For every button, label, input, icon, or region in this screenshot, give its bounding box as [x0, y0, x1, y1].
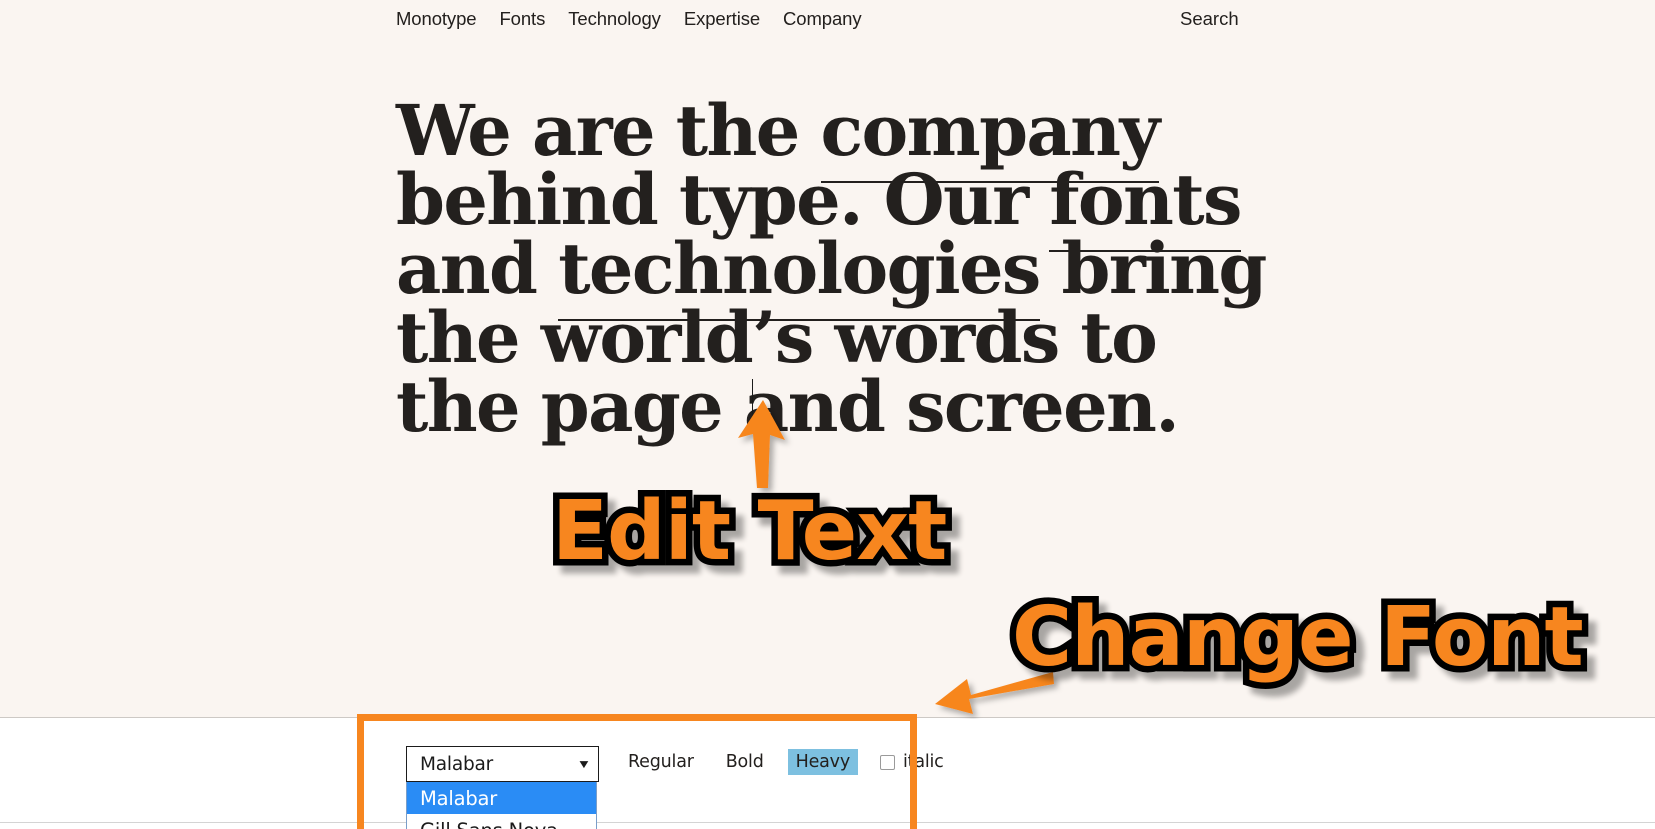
edit-text-callout: Edit Text [545, 478, 953, 586]
toolbar-divider [0, 822, 1655, 823]
page-root: Monotype Fonts Technology Expertise Comp… [0, 0, 1655, 829]
weight-button-bold[interactable]: Bold [718, 749, 772, 775]
font-family-select[interactable]: Malabar ▼ [406, 746, 599, 782]
italic-checkbox[interactable] [880, 754, 895, 770]
font-style-controls: Regular Bold Heavy italic [620, 749, 944, 775]
font-option-gill-sans-nova[interactable]: Gill Sans Nova [407, 814, 596, 829]
font-option-malabar[interactable]: Malabar [407, 782, 596, 814]
nav-item-company[interactable]: Company [783, 8, 862, 30]
nav-item-monotype[interactable]: Monotype [396, 8, 477, 30]
top-navigation: Monotype Fonts Technology Expertise Comp… [0, 0, 1655, 44]
font-family-control: Malabar ▼ Malabar Gill Sans Nova [406, 746, 599, 829]
weight-button-heavy[interactable]: Heavy [787, 749, 858, 775]
italic-label: italic [903, 752, 944, 772]
edit-text-arrow-icon [738, 400, 785, 488]
nav-item-expertise[interactable]: Expertise [684, 8, 760, 30]
chevron-down-icon: ▼ [576, 757, 592, 771]
nav-links: Monotype Fonts Technology Expertise Comp… [396, 8, 862, 30]
weight-button-regular[interactable]: Regular [620, 749, 702, 775]
search-link[interactable]: Search [1180, 8, 1239, 30]
font-family-options-list[interactable]: Malabar Gill Sans Nova [406, 782, 597, 829]
change-font-callout: Change Font [1006, 584, 1591, 692]
font-family-selected-value: Malabar [420, 753, 494, 775]
page-headline[interactable]: We are the company behind type. Our font… [396, 89, 1276, 442]
headline-text-7: and screen. [743, 365, 1180, 448]
nav-item-technology[interactable]: Technology [568, 8, 661, 30]
nav-item-fonts[interactable]: Fonts [499, 8, 545, 30]
italic-toggle[interactable]: italic [880, 752, 944, 772]
